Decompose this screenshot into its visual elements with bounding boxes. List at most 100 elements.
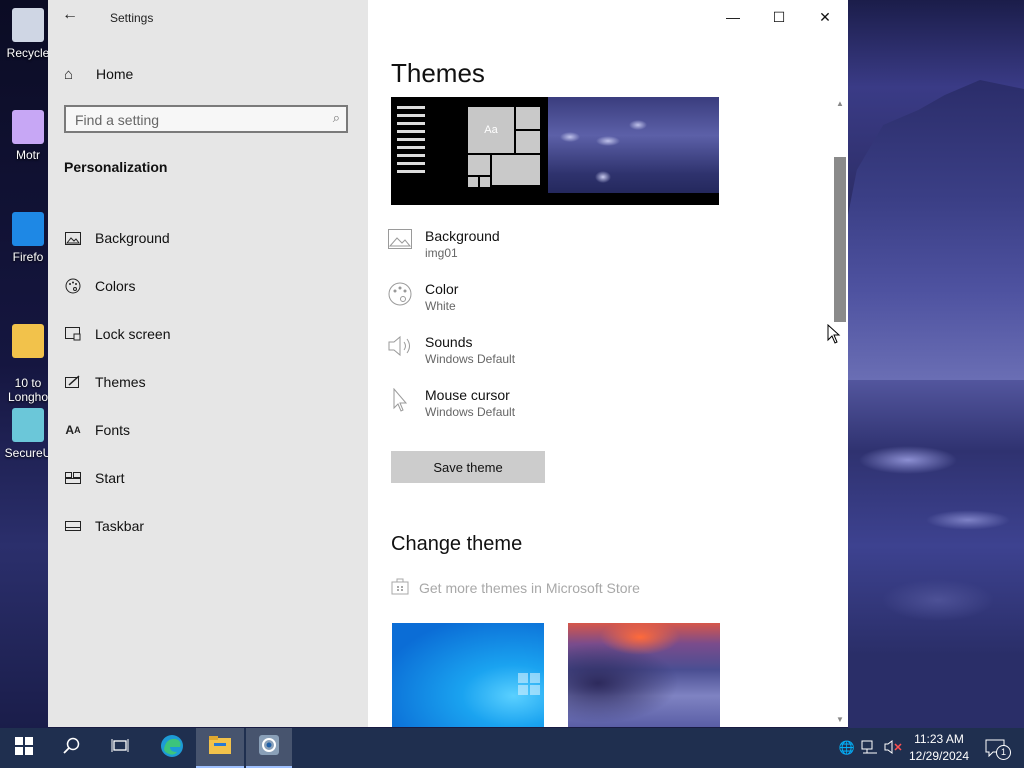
sidebar-item-label: Lock screen: [95, 326, 171, 342]
search-button[interactable]: [48, 728, 96, 768]
theme-thumbnail-windows[interactable]: [392, 623, 544, 727]
desktop-wallpaper-right: [848, 0, 1024, 728]
sidebar-item-label: Home: [96, 66, 134, 82]
search-icon: [63, 737, 81, 760]
speaker-icon: [388, 335, 416, 363]
windows-logo-icon: [518, 673, 540, 695]
preview-wallpaper: [548, 97, 719, 193]
file-explorer-taskbar-button[interactable]: [196, 728, 244, 768]
desktop-icon-label: 10 to Longho: [7, 376, 49, 404]
sidebar-item-label: Start: [95, 470, 125, 486]
start-button[interactable]: [0, 728, 48, 768]
sidebar-item-themes[interactable]: Themes: [64, 358, 364, 406]
property-mouse-cursor[interactable]: Mouse cursor Windows Default: [388, 386, 515, 439]
sidebar-item-lock-screen[interactable]: Lock screen: [64, 310, 364, 358]
edge-icon: [160, 734, 184, 763]
network-icon[interactable]: [858, 740, 882, 757]
volume-muted-icon[interactable]: [882, 739, 904, 757]
desktop-icon-firefox[interactable]: Firefo: [4, 212, 52, 264]
sidebar-item-colors[interactable]: Colors: [64, 262, 364, 310]
scroll-up-arrow-icon[interactable]: ▲: [832, 97, 848, 111]
window-controls: — ☐ ✕: [710, 0, 848, 34]
windows-logo-icon: [15, 736, 33, 760]
property-sounds[interactable]: Sounds Windows Default: [388, 333, 515, 386]
close-button[interactable]: ✕: [802, 0, 848, 34]
sidebar-item-background[interactable]: Background: [64, 214, 364, 262]
property-value: White: [425, 299, 456, 313]
desktop-icon-secureu[interactable]: SecureU: [4, 408, 52, 460]
preview-taskbar: [391, 193, 719, 205]
property-value: Windows Default: [425, 352, 516, 366]
store-link[interactable]: Get more themes in Microsoft Store: [391, 577, 640, 599]
preview-start-menu: Aa: [391, 97, 548, 193]
palette-icon: [64, 278, 82, 294]
sidebar-item-label: Taskbar: [95, 518, 145, 534]
system-tray: 🌐: [836, 728, 904, 768]
task-view-icon: [111, 738, 129, 759]
settings-gear-icon: [258, 734, 280, 761]
globe-icon[interactable]: 🌐: [836, 740, 858, 756]
preview-accent-tile: Aa: [468, 107, 514, 153]
taskbar-icon: [64, 518, 82, 534]
edge-taskbar-button[interactable]: [148, 728, 196, 768]
maximize-button[interactable]: ☐: [756, 0, 802, 34]
app-shortcut-icon: [12, 408, 44, 442]
sidebar-item-fonts[interactable]: AA Fonts: [64, 406, 364, 454]
section-heading: Personalization: [64, 159, 168, 175]
folder-icon: [12, 324, 44, 358]
property-label: Color: [425, 281, 459, 297]
sidebar-item-label: Themes: [95, 374, 146, 390]
scroll-down-arrow-icon[interactable]: ▼: [832, 713, 848, 727]
notification-icon: 1: [985, 739, 1011, 760]
action-center-button[interactable]: 1: [978, 728, 1012, 768]
sidebar-item-start[interactable]: Start: [64, 454, 364, 502]
image-icon: [388, 229, 416, 257]
recycle-bin-icon: [12, 8, 44, 42]
desktop-icon-label: SecureU: [4, 446, 52, 460]
save-theme-button[interactable]: Save theme: [391, 451, 545, 483]
back-arrow-icon[interactable]: ←: [62, 6, 78, 24]
property-color[interactable]: Color White: [388, 280, 515, 333]
preview-app-list: [397, 101, 429, 178]
settings-taskbar-button[interactable]: [246, 728, 292, 768]
store-bag-icon: [391, 577, 411, 599]
clock-time: 11:23 AM: [914, 732, 964, 746]
taskbar: 🌐 11:23 AM 12/29/2024 1: [0, 728, 1024, 768]
wallpaper-cliff: [848, 80, 1024, 380]
themes-icon: [64, 374, 82, 390]
property-label: Mouse cursor: [425, 387, 510, 403]
minimize-button[interactable]: —: [710, 0, 756, 34]
property-background[interactable]: Background img01: [388, 227, 515, 280]
lock-screen-icon: [64, 326, 82, 342]
sidebar-item-label: Fonts: [95, 422, 131, 438]
taskbar-clock[interactable]: 11:23 AM 12/29/2024: [904, 731, 974, 765]
desktop-icon-folder[interactable]: 10 to Longho: [4, 310, 52, 418]
sidebar-item-label: Background: [95, 230, 170, 246]
sidebar-item-home[interactable]: ⌂ Home: [64, 62, 133, 86]
property-label: Background: [425, 228, 500, 244]
search-input[interactable]: [66, 107, 307, 133]
theme-preview: Aa: [391, 97, 719, 205]
task-view-button[interactable]: [96, 728, 144, 768]
desktop-icon-label: Firefo: [12, 250, 44, 264]
theme-thumbnail-cliff[interactable]: [568, 623, 720, 727]
desktop-icon-label: Recycle: [6, 46, 50, 60]
clock-date: 12/29/2024: [908, 749, 970, 763]
sidebar-item-label: Colors: [95, 278, 136, 294]
search-icon[interactable]: ⌕: [333, 110, 340, 126]
settings-window: ← Settings ⌂ Home ⌕ Personalization Back…: [48, 0, 848, 727]
desktop-icon-recycle-bin[interactable]: Recycle: [4, 8, 52, 60]
desktop-icon-motr[interactable]: Motr: [4, 110, 52, 162]
sidebar-item-taskbar[interactable]: Taskbar: [64, 502, 364, 550]
page-title: Themes: [391, 58, 485, 88]
cursor-icon: [388, 387, 416, 416]
change-theme-heading: Change theme: [391, 533, 523, 555]
scrollbar-thumb[interactable]: [834, 157, 846, 322]
preview-tiles: Aa: [466, 105, 542, 191]
palette-icon: [388, 282, 416, 310]
property-value: img01: [425, 246, 458, 260]
search-box: ⌕: [64, 105, 348, 133]
property-value: Windows Default: [425, 405, 516, 419]
title-bar: ← Settings: [48, 0, 368, 34]
vertical-scrollbar[interactable]: ▲ ▼: [832, 97, 848, 727]
